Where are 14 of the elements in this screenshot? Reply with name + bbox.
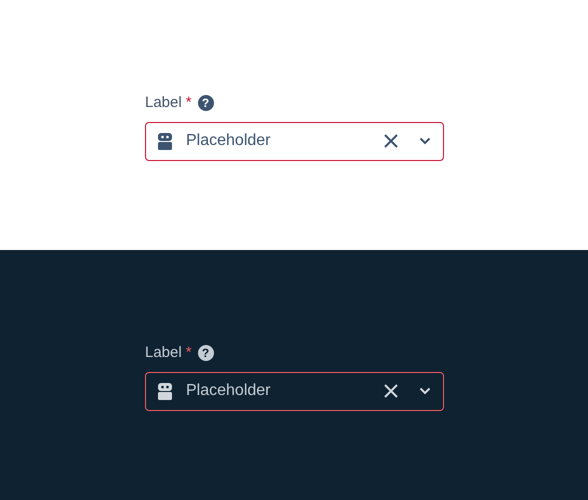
- select-field[interactable]: Placeholder: [145, 372, 444, 410]
- chevron-down-icon[interactable]: [419, 137, 431, 145]
- help-icon[interactable]: ?: [198, 95, 214, 112]
- field-label: Label: [145, 343, 182, 364]
- select-input[interactable]: Placeholder: [184, 128, 383, 154]
- robot-icon: [156, 382, 174, 400]
- required-mark: *: [186, 343, 192, 363]
- robot-icon: [156, 132, 174, 150]
- close-icon[interactable]: [383, 133, 399, 149]
- select-input[interactable]: Placeholder: [184, 378, 383, 404]
- field-label: Label: [145, 93, 182, 114]
- select-field[interactable]: Placeholder: [145, 122, 444, 160]
- required-mark: *: [186, 93, 192, 113]
- help-icon[interactable]: ?: [198, 345, 214, 362]
